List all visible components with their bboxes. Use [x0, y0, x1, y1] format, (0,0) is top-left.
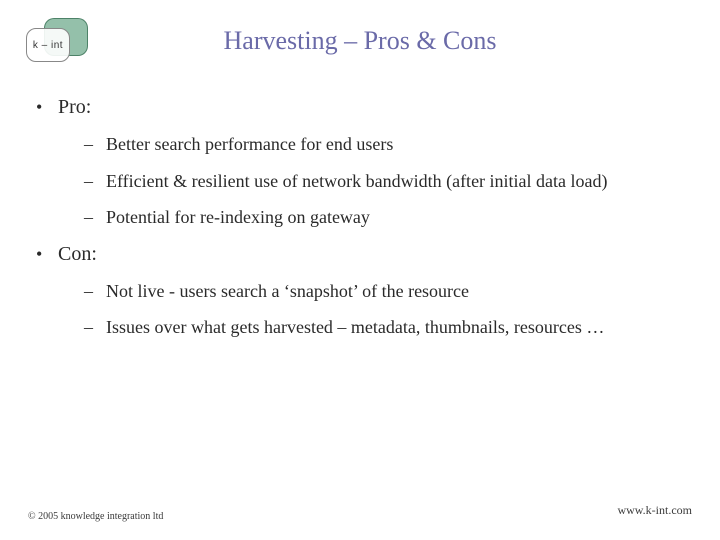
section-pro: • Pro: – Better search performance for e… — [36, 96, 690, 229]
list-item: – Better search performance for end user… — [84, 133, 690, 156]
slide-body: • Pro: – Better search performance for e… — [36, 96, 690, 353]
list-item: – Potential for re-indexing on gateway — [84, 206, 690, 229]
dash-icon: – — [84, 316, 106, 339]
bullet-icon: • — [36, 98, 58, 116]
slide: k – int Harvesting – Pros & Cons • Pro: … — [0, 0, 720, 540]
dash-icon: – — [84, 133, 106, 156]
section-con: • Con: – Not live - users search a ‘snap… — [36, 243, 690, 339]
list-item: – Efficient & resilient use of network b… — [84, 170, 690, 193]
list-item: – Issues over what gets harvested – meta… — [84, 316, 690, 339]
footer-url: www.k-int.com — [617, 503, 692, 518]
item-text: Better search performance for end users — [106, 133, 393, 156]
item-text: Not live - users search a ‘snapshot’ of … — [106, 280, 469, 303]
section-label: Con: — [58, 243, 97, 266]
section-label: Pro: — [58, 96, 91, 119]
dash-icon: – — [84, 170, 106, 193]
dash-icon: – — [84, 280, 106, 303]
bullet-icon: • — [36, 245, 58, 263]
list-item: – Not live - users search a ‘snapshot’ o… — [84, 280, 690, 303]
item-text: Issues over what gets harvested – metada… — [106, 316, 604, 339]
item-text: Efficient & resilient use of network ban… — [106, 170, 608, 193]
item-text: Potential for re-indexing on gateway — [106, 206, 370, 229]
dash-icon: – — [84, 206, 106, 229]
footer-copyright: © 2005 knowledge integration ltd — [28, 511, 163, 522]
slide-title: Harvesting – Pros & Cons — [0, 26, 720, 56]
